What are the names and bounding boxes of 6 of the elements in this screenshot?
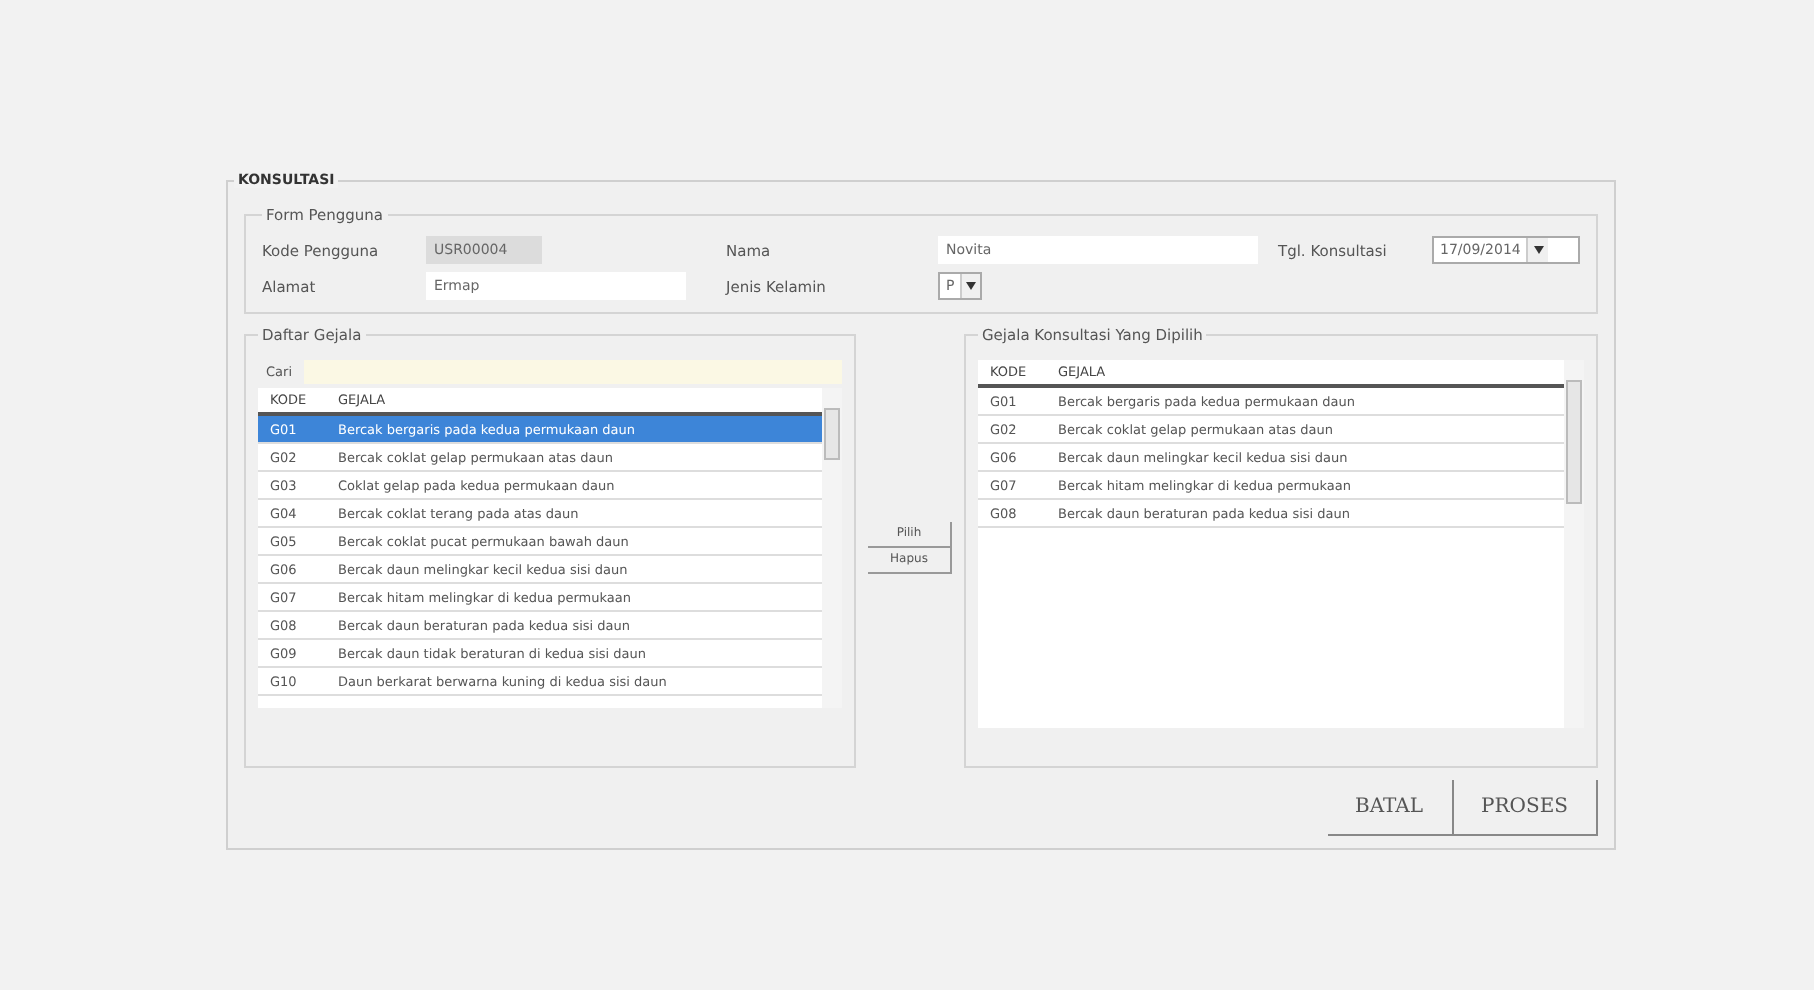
caret-icon [1533, 246, 1544, 254]
scrollbar[interactable] [1564, 360, 1584, 728]
caret-icon [966, 282, 977, 290]
action-button[interactable]: BATAL [1327, 780, 1454, 836]
scrollbar[interactable] [822, 388, 842, 708]
action-button[interactable]: PROSES [1453, 780, 1598, 836]
